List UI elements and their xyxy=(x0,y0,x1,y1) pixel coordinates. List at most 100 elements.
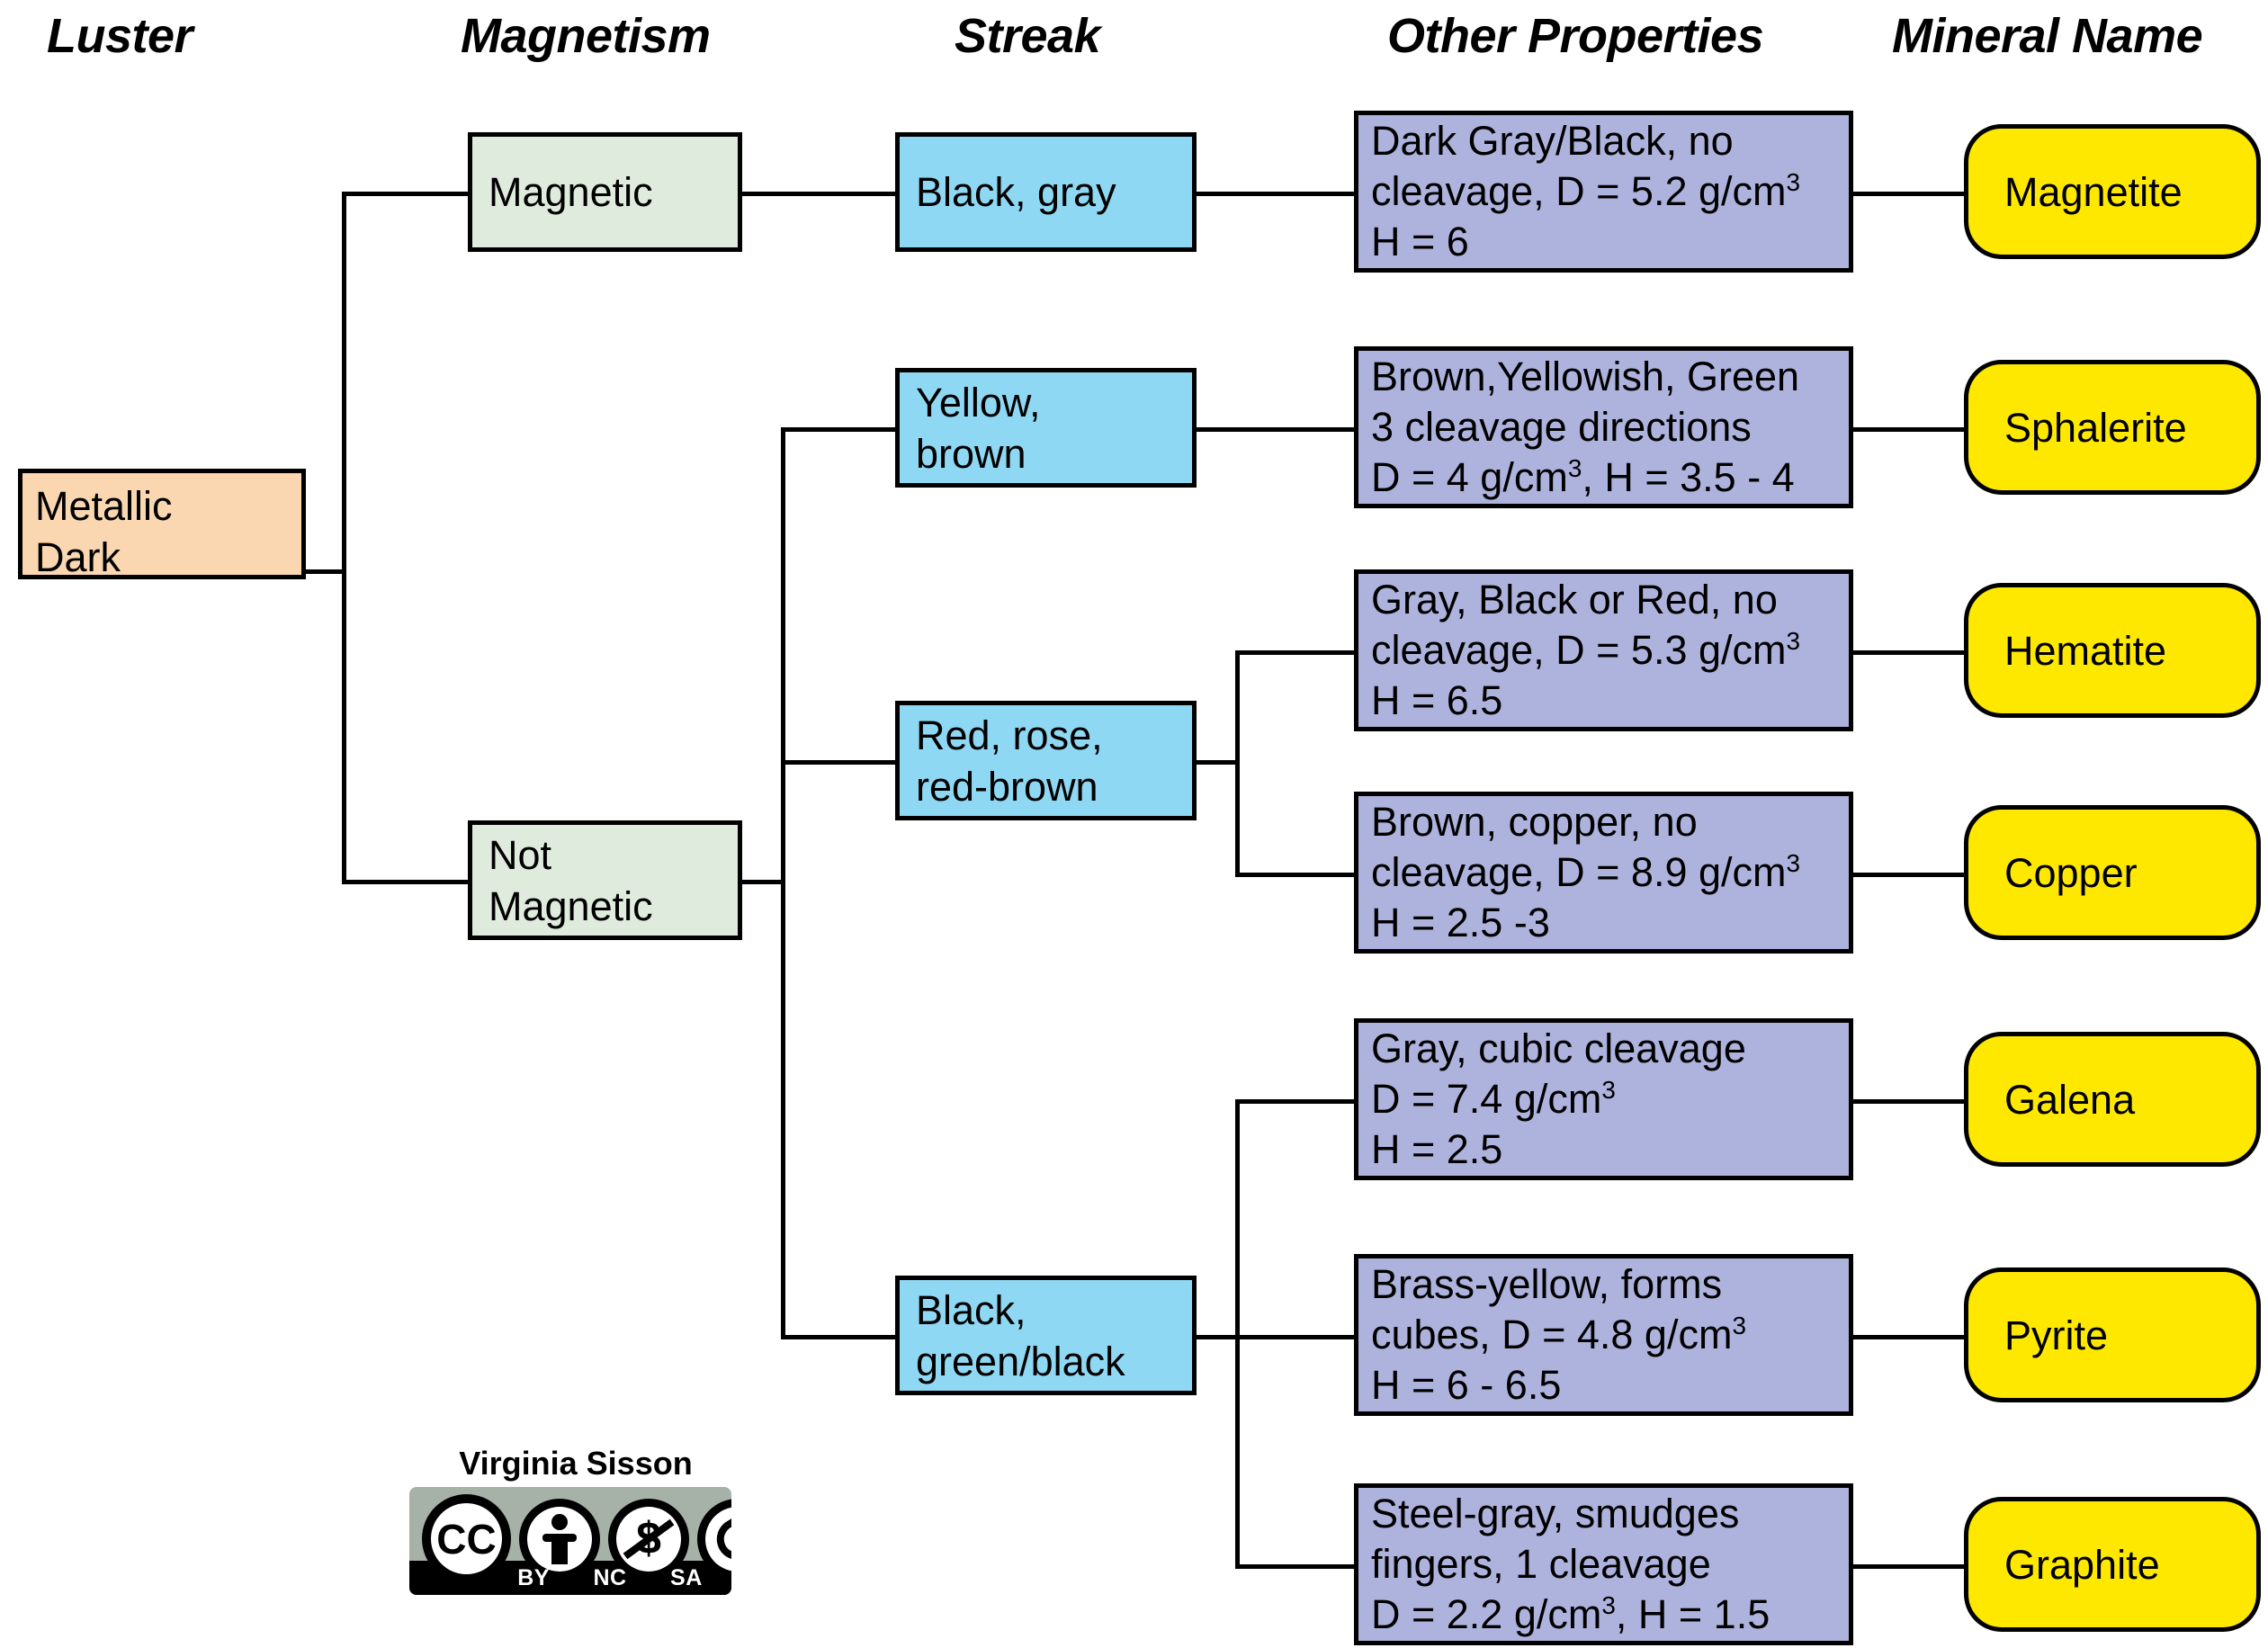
mineral-galena-label: Galena xyxy=(2004,1076,2136,1123)
connector-red-to-copper xyxy=(1235,873,1358,877)
connector-streak-yellow-to-props xyxy=(1192,427,1354,432)
node-mineral-graphite[interactable]: Graphite xyxy=(1964,1497,2261,1632)
cc-logo-text: CC xyxy=(436,1515,497,1563)
properties-sphalerite-line-3: D = 4 g/cm3, H = 3.5 - 4 xyxy=(1371,454,1795,500)
column-header-mineral-name: Mineral Name xyxy=(1892,9,2203,63)
mineral-identification-flowchart: Luster Magnetism Streak Other Properties… xyxy=(0,0,2268,1648)
properties-graphite-line-3: D = 2.2 g/cm3, H = 1.5 xyxy=(1371,1591,1770,1637)
mineral-pyrite-label: Pyrite xyxy=(2004,1312,2109,1358)
node-properties-graphite[interactable]: Steel-gray, smudges fingers, 1 cleavage … xyxy=(1354,1483,1853,1645)
properties-graphite-line-1: Steel-gray, smudges xyxy=(1371,1491,1740,1536)
streak-red-rose-line-2: red-brown xyxy=(916,763,1098,810)
streak-black-green-line-1: Black, xyxy=(916,1286,1026,1333)
luster-line-2: Dark xyxy=(35,534,121,580)
properties-magnetite-line-3: H = 6 xyxy=(1371,219,1469,264)
node-properties-pyrite[interactable]: Brass-yellow, forms cubes, D = 4.8 g/cm3… xyxy=(1354,1254,1853,1416)
node-properties-hematite[interactable]: Gray, Black or Red, no cleavage, D = 5.3… xyxy=(1354,569,1853,731)
connector-blackgreen-branch-trunk xyxy=(1235,1099,1240,1569)
connector-to-magnetic xyxy=(342,192,471,196)
cc-badge-labels: BY NC SA xyxy=(496,1563,724,1593)
node-magnetism-magnetic[interactable]: Magnetic xyxy=(468,132,742,252)
properties-copper-line-3: H = 2.5 -3 xyxy=(1371,900,1550,945)
mineral-hematite-label: Hematite xyxy=(2004,627,2167,674)
connector-props-to-hematite xyxy=(1851,650,1967,655)
license-attribution-block: Virginia Sisson CC BY NC SA xyxy=(409,1446,742,1595)
properties-galena-line-3: H = 2.5 xyxy=(1371,1126,1503,1172)
cc-label-sa: SA xyxy=(670,1564,703,1590)
properties-copper-line-1: Brown, copper, no xyxy=(1371,799,1698,845)
streak-red-rose-line-1: Red, rose, xyxy=(916,712,1103,758)
cc-label-by: BY xyxy=(517,1564,550,1590)
node-properties-copper[interactable]: Brown, copper, no cleavage, D = 8.9 g/cm… xyxy=(1354,792,1853,954)
connector-to-streak-red xyxy=(781,760,900,765)
connector-magnetic-to-streak xyxy=(740,192,898,196)
properties-graphite-line-2: fingers, 1 cleavage xyxy=(1371,1541,1711,1587)
node-mineral-sphalerite[interactable]: Sphalerite xyxy=(1964,360,2261,495)
properties-pyrite-line-1: Brass-yellow, forms xyxy=(1371,1261,1723,1307)
connector-blackgreen-to-graphite xyxy=(1235,1564,1358,1569)
node-streak-black-gray[interactable]: Black, gray xyxy=(895,132,1197,252)
node-luster-metallic-dark[interactable]: Metallic Dark xyxy=(18,469,306,580)
properties-pyrite-line-3: H = 6 - 6.5 xyxy=(1371,1362,1562,1408)
node-streak-black-green[interactable]: Black, green/black xyxy=(895,1276,1197,1395)
node-magnetism-not-magnetic[interactable]: Not Magnetic xyxy=(468,820,742,940)
connector-streak-trunk xyxy=(781,427,785,1339)
connector-props-to-galena xyxy=(1851,1099,1967,1104)
properties-hematite-line-2: cleavage, D = 5.3 g/cm3 xyxy=(1371,627,1801,673)
properties-magnetite-line-1: Dark Gray/Black, no xyxy=(1371,118,1734,164)
properties-hematite-line-3: H = 6.5 xyxy=(1371,677,1503,723)
node-mineral-galena[interactable]: Galena xyxy=(1964,1032,2261,1167)
column-header-magnetism: Magnetism xyxy=(461,9,711,63)
mineral-sphalerite-label: Sphalerite xyxy=(2004,404,2187,451)
connector-to-not-magnetic xyxy=(342,880,471,884)
node-mineral-magnetite[interactable]: Magnetite xyxy=(1964,124,2261,259)
connector-streak-blackgray-to-props xyxy=(1192,192,1354,196)
connector-red-to-hematite xyxy=(1235,650,1358,655)
column-header-streak: Streak xyxy=(955,9,1101,63)
node-mineral-pyrite[interactable]: Pyrite xyxy=(1964,1267,2261,1402)
node-streak-red-rose[interactable]: Red, rose, red-brown xyxy=(895,701,1197,820)
properties-copper-line-2: cleavage, D = 8.9 g/cm3 xyxy=(1371,849,1801,895)
streak-yellow-brown-line-2: brown xyxy=(916,430,1026,477)
streak-black-green-line-2: green/black xyxy=(916,1338,1125,1384)
node-mineral-hematite[interactable]: Hematite xyxy=(1964,583,2261,718)
magnetism-not-magnetic-line-1: Not xyxy=(489,831,552,878)
luster-line-1: Metallic xyxy=(35,483,173,529)
node-properties-sphalerite[interactable]: Brown,Yellowish, Green 3 cleavage direct… xyxy=(1354,346,1853,508)
connector-magnetism-trunk xyxy=(342,192,346,884)
mineral-magnetite-label: Magnetite xyxy=(2004,168,2183,215)
connector-props-to-sphalerite xyxy=(1851,427,1967,432)
creative-commons-badge: CC $ xyxy=(409,1487,731,1595)
properties-hematite-line-1: Gray, Black or Red, no xyxy=(1371,577,1778,622)
properties-sphalerite-line-2: 3 cleavage directions xyxy=(1371,404,1752,450)
connector-props-to-copper xyxy=(1851,873,1967,877)
connector-red-branch-trunk xyxy=(1235,650,1240,877)
mineral-graphite-label: Graphite xyxy=(2004,1541,2160,1588)
node-properties-magnetite[interactable]: Dark Gray/Black, no cleavage, D = 5.2 g/… xyxy=(1354,111,1853,273)
cc-label-nc: NC xyxy=(593,1564,627,1590)
connector-not-magnetic-out xyxy=(740,880,785,884)
column-header-luster: Luster xyxy=(47,9,193,63)
person-glyph xyxy=(542,1513,577,1564)
magnetism-not-magnetic-line-2: Magnetic xyxy=(489,882,653,929)
node-properties-galena[interactable]: Gray, cubic cleavage D = 7.4 g/cm3 H = 2… xyxy=(1354,1018,1853,1180)
share-alike-glyph xyxy=(716,1518,731,1559)
streak-black-gray-label: Black, gray xyxy=(916,169,1116,215)
connector-props-to-magnetite xyxy=(1851,192,1967,196)
connector-luster-out xyxy=(305,569,346,574)
license-author-name: Virginia Sisson xyxy=(459,1445,693,1482)
connector-streak-red-out xyxy=(1192,760,1240,765)
connector-blackgreen-to-pyrite xyxy=(1235,1335,1358,1339)
streak-yellow-brown-line-1: Yellow, xyxy=(916,379,1041,425)
mineral-copper-label: Copper xyxy=(2004,849,2138,896)
node-streak-yellow-brown[interactable]: Yellow, brown xyxy=(895,368,1197,488)
connector-to-streak-yellow xyxy=(781,427,900,432)
connector-blackgreen-to-galena xyxy=(1235,1099,1358,1104)
connector-props-to-pyrite xyxy=(1851,1335,1967,1339)
connector-props-to-graphite xyxy=(1851,1564,1967,1569)
properties-galena-line-2: D = 7.4 g/cm3 xyxy=(1371,1076,1616,1122)
node-mineral-copper[interactable]: Copper xyxy=(1964,805,2261,940)
properties-pyrite-line-2: cubes, D = 4.8 g/cm3 xyxy=(1371,1312,1746,1357)
column-header-other-properties: Other Properties xyxy=(1387,9,1764,63)
properties-galena-line-1: Gray, cubic cleavage xyxy=(1371,1026,1746,1071)
